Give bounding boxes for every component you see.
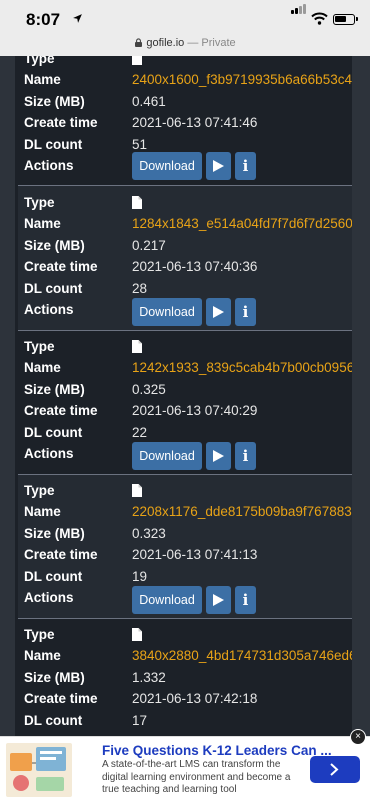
dl-count-value: 17 bbox=[132, 713, 148, 728]
create-time-label: Create time bbox=[24, 403, 98, 418]
info-button[interactable]: i bbox=[235, 298, 256, 326]
url-separator: — bbox=[184, 37, 202, 49]
url-bar[interactable]: gofile.io — Private bbox=[0, 32, 370, 56]
play-button[interactable] bbox=[206, 298, 231, 326]
info-button[interactable]: i bbox=[235, 442, 256, 470]
type-label: Type bbox=[24, 627, 55, 642]
file-icon bbox=[132, 340, 142, 353]
file-card: Type Name 2208x1176_dde8175b09ba9f7678835… bbox=[18, 475, 352, 619]
actions-label: Actions bbox=[24, 302, 74, 317]
dl-count-label: DL count bbox=[24, 137, 83, 152]
ad-close-button[interactable]: × bbox=[350, 729, 366, 745]
name-label: Name bbox=[24, 216, 61, 231]
dl-count-label: DL count bbox=[24, 425, 83, 440]
location-arrow-icon bbox=[73, 14, 82, 23]
info-button[interactable]: i bbox=[235, 152, 256, 180]
size-label: Size (MB) bbox=[24, 238, 85, 253]
actions-label: Actions bbox=[24, 446, 74, 461]
file-name-link[interactable]: 3840x2880_4bd174731d305a746ed6f bbox=[132, 646, 352, 666]
actions-label: Actions bbox=[24, 158, 74, 173]
create-time-value: 2021-06-13 07:40:36 bbox=[132, 259, 258, 274]
size-label: Size (MB) bbox=[24, 526, 85, 541]
file-size: 0.461 bbox=[132, 94, 166, 109]
ad-open-button[interactable] bbox=[310, 756, 360, 783]
play-button[interactable] bbox=[206, 152, 231, 180]
download-button[interactable]: Download bbox=[132, 442, 202, 470]
download-button[interactable]: Download bbox=[132, 586, 202, 614]
play-icon bbox=[213, 306, 224, 318]
download-button[interactable]: Download bbox=[132, 152, 202, 180]
info-button[interactable]: i bbox=[235, 586, 256, 614]
battery-icon bbox=[333, 14, 355, 25]
file-icon bbox=[132, 196, 142, 209]
dl-count-label: DL count bbox=[24, 281, 83, 296]
wifi-icon bbox=[311, 12, 328, 25]
dl-count-label: DL count bbox=[24, 569, 83, 584]
status-time: 8:07 bbox=[26, 10, 61, 29]
file-icon bbox=[132, 484, 142, 497]
size-label: Size (MB) bbox=[24, 382, 85, 397]
size-label: Size (MB) bbox=[24, 670, 85, 685]
play-button[interactable] bbox=[206, 586, 231, 614]
file-size: 0.217 bbox=[132, 238, 166, 253]
file-list[interactable]: Type Name 2400x1600_f3b9719935b6a66b53c4a… bbox=[0, 56, 370, 736]
create-time-value: 2021-06-13 07:41:46 bbox=[132, 115, 258, 130]
create-time-label: Create time bbox=[24, 259, 98, 274]
create-time-value: 2021-06-13 07:42:18 bbox=[132, 691, 258, 706]
file-icon bbox=[132, 56, 142, 65]
dl-count-label: DL count bbox=[24, 713, 83, 728]
download-button[interactable]: Download bbox=[132, 298, 202, 326]
dl-count-value: 19 bbox=[132, 569, 148, 584]
file-size: 0.325 bbox=[132, 382, 166, 397]
type-label: Type bbox=[24, 56, 55, 66]
ad-banner[interactable]: Five Questions K-12 Leaders Can ... A st… bbox=[0, 729, 370, 800]
url-domain: gofile.io bbox=[146, 37, 185, 49]
play-icon bbox=[213, 594, 224, 606]
file-size: 1.332 bbox=[132, 670, 166, 685]
file-name-link[interactable]: 2400x1600_f3b9719935b6a66b53c4a bbox=[132, 70, 352, 90]
dl-count-value: 28 bbox=[132, 281, 148, 296]
name-label: Name bbox=[24, 72, 61, 87]
create-time-value: 2021-06-13 07:41:13 bbox=[132, 547, 258, 562]
create-time-label: Create time bbox=[24, 547, 98, 562]
browsing-mode: Private bbox=[201, 37, 236, 49]
file-name-link[interactable]: 1284x1843_e514a04fd7f7d6f7d2560b bbox=[132, 214, 352, 234]
ad-title[interactable]: Five Questions K-12 Leaders Can ... bbox=[102, 743, 332, 758]
type-label: Type bbox=[24, 339, 55, 354]
create-time-label: Create time bbox=[24, 691, 98, 706]
lock-icon bbox=[135, 38, 143, 47]
name-label: Name bbox=[24, 504, 61, 519]
actions-label: Actions bbox=[24, 590, 74, 605]
ad-image bbox=[6, 743, 72, 797]
file-card: Type Name 2400x1600_f3b9719935b6a66b53c4a… bbox=[18, 56, 352, 185]
file-card: Type Name 1242x1933_839c5cab4b7b00cb09566… bbox=[18, 331, 352, 475]
file-card: Type Name 1284x1843_e514a04fd7f7d6f7d2560… bbox=[18, 186, 352, 330]
file-size: 0.323 bbox=[132, 526, 166, 541]
size-label: Size (MB) bbox=[24, 94, 85, 109]
play-icon bbox=[213, 160, 224, 172]
file-card: Type Name 3840x2880_4bd174731d305a746ed6f… bbox=[18, 619, 352, 736]
file-icon bbox=[132, 628, 142, 641]
status-bar: 8:07 bbox=[0, 0, 370, 32]
name-label: Name bbox=[24, 648, 61, 663]
play-button[interactable] bbox=[206, 442, 231, 470]
name-label: Name bbox=[24, 360, 61, 375]
file-name-link[interactable]: 1242x1933_839c5cab4b7b00cb09566 bbox=[132, 358, 352, 378]
type-label: Type bbox=[24, 195, 55, 210]
play-icon bbox=[213, 450, 224, 462]
create-time-value: 2021-06-13 07:40:29 bbox=[132, 403, 258, 418]
create-time-label: Create time bbox=[24, 115, 98, 130]
ad-illustration-icon bbox=[10, 747, 66, 791]
file-name-link[interactable]: 2208x1176_dde8175b09ba9f7678835 bbox=[132, 502, 352, 522]
ad-body: A state-of-the-art LMS can transform the… bbox=[102, 759, 291, 795]
chevron-right-icon bbox=[330, 763, 339, 776]
dl-count-value: 22 bbox=[132, 425, 148, 440]
type-label: Type bbox=[24, 483, 55, 498]
